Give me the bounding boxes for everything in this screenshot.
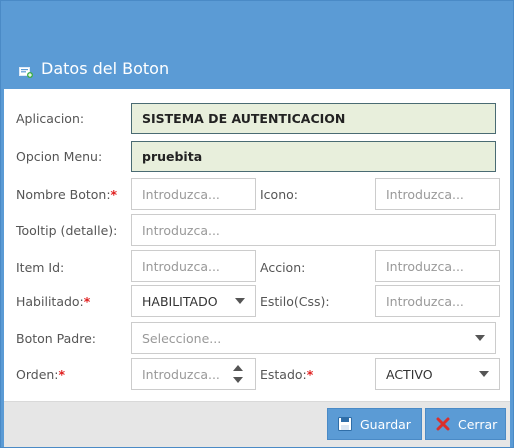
- chevron-down-icon: [479, 371, 489, 377]
- habilitado-label-text: Habilitado:: [16, 294, 84, 309]
- estilo-placeholder: Introduzca...: [386, 293, 464, 309]
- icono-placeholder: Introduzca...: [386, 186, 464, 202]
- required-mark: *: [83, 294, 91, 309]
- boton-padre-label: Boton Padre:: [16, 331, 97, 346]
- accion-label: Accion:: [260, 260, 306, 275]
- accion-placeholder: Introduzca...: [386, 258, 464, 274]
- aplicacion-label: Aplicacion:: [16, 111, 85, 126]
- aplicacion-value: SISTEMA DE AUTENTICACION: [142, 111, 346, 126]
- icono-label: Icono:: [260, 187, 298, 202]
- orden-stepper[interactable]: Introduzca...: [131, 358, 256, 390]
- opcion-menu-value: pruebita: [142, 149, 203, 164]
- save-button[interactable]: Guardar: [327, 408, 422, 440]
- icono-input[interactable]: Introduzca...: [375, 178, 500, 210]
- opcion-menu-label: Opcion Menu:: [16, 149, 103, 164]
- required-mark: *: [306, 367, 314, 382]
- close-button[interactable]: Cerrar: [425, 408, 506, 440]
- dialog-window: Datos del Boton Aplicacion: SISTEMA DE A…: [0, 0, 514, 448]
- accion-input[interactable]: Introduzca...: [375, 250, 500, 282]
- habilitado-value: HABILITADO: [142, 293, 218, 309]
- boton-padre-select[interactable]: Seleccione...: [131, 322, 496, 354]
- save-button-label: Guardar: [360, 416, 411, 432]
- estilo-input[interactable]: Introduzca...: [375, 285, 500, 317]
- estado-select[interactable]: ACTIVO: [375, 358, 500, 390]
- dialog-title: Datos del Boton: [19, 59, 169, 78]
- tooltip-input[interactable]: Introduzca...: [131, 214, 496, 246]
- nombre-boton-placeholder: Introduzca...: [142, 186, 220, 202]
- tooltip-label: Tooltip (detalle):: [16, 223, 118, 238]
- boton-padre-placeholder: Seleccione...: [142, 330, 222, 346]
- chevron-down-icon: [475, 335, 485, 341]
- nombre-boton-label-text: Nombre Boton:: [16, 187, 111, 202]
- required-mark: *: [110, 187, 118, 202]
- estado-label: Estado:*: [260, 367, 313, 382]
- nombre-boton-label: Nombre Boton:*: [16, 187, 117, 202]
- orden-placeholder: Introduzca...: [142, 366, 220, 382]
- aplicacion-field[interactable]: SISTEMA DE AUTENTICACION: [131, 103, 496, 134]
- form-add-icon: [19, 63, 33, 78]
- form-body: Aplicacion: SISTEMA DE AUTENTICACION Opc…: [4, 89, 510, 401]
- spin-down-icon[interactable]: [233, 377, 243, 383]
- dialog-footer: Guardar Cerrar: [4, 401, 510, 447]
- nombre-boton-input[interactable]: Introduzca...: [131, 178, 256, 210]
- orden-label: Orden:*: [16, 367, 65, 382]
- close-button-label: Cerrar: [458, 416, 498, 432]
- dialog-header: Datos del Boton: [1, 1, 513, 89]
- item-id-label: Item Id:: [16, 260, 65, 275]
- floppy-disk-icon: [338, 417, 352, 431]
- tooltip-placeholder: Introduzca...: [142, 222, 220, 238]
- chevron-down-icon: [235, 298, 245, 304]
- close-x-icon: [436, 417, 450, 431]
- estilo-label: Estilo(Css):: [260, 294, 330, 309]
- dialog-title-text: Datos del Boton: [41, 59, 170, 78]
- item-id-placeholder: Introduzca...: [142, 258, 220, 274]
- orden-label-text: Orden:: [16, 367, 59, 382]
- habilitado-label: Habilitado:*: [16, 294, 90, 309]
- item-id-input[interactable]: Introduzca...: [131, 250, 256, 282]
- habilitado-select[interactable]: HABILITADO: [131, 285, 256, 317]
- estado-value: ACTIVO: [386, 366, 433, 382]
- opcion-menu-field[interactable]: pruebita: [131, 141, 496, 172]
- spin-up-icon[interactable]: [233, 365, 243, 371]
- estado-label-text: Estado:: [260, 367, 307, 382]
- required-mark: *: [58, 367, 66, 382]
